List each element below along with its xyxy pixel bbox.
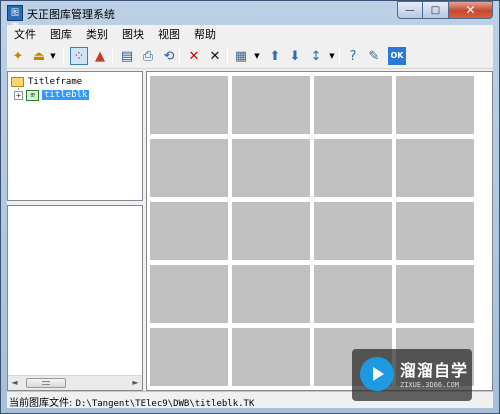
thumbnail-cell[interactable]	[232, 76, 310, 134]
thumbnail-cell[interactable]	[232, 202, 310, 260]
thumbnail-cell[interactable]	[150, 328, 228, 386]
toolbar-separator	[339, 48, 340, 64]
move-up-icon[interactable]: ⬆	[266, 47, 284, 65]
status-label: 当前图库文件:	[9, 398, 73, 409]
ok-icon[interactable]: OK	[388, 47, 406, 65]
thumbnail-cell[interactable]	[150, 139, 228, 197]
window-title: 天正图库管理系统	[27, 8, 115, 21]
watermark-overlay: 溜溜自学 ZIXUE.3D66.COM	[352, 349, 472, 401]
thumbnail-cell[interactable]	[150, 265, 228, 323]
thumbnail-cell[interactable]	[150, 76, 228, 134]
expand-icon[interactable]: +	[14, 90, 23, 100]
status-text: 当前图库文件: D:\Tangent\TElec9\DWB\titleblk.T…	[9, 394, 254, 409]
minimize-button[interactable]: —	[397, 1, 423, 19]
thumbnail-grid[interactable]	[146, 71, 493, 391]
export-icon[interactable]: ⎙	[139, 47, 157, 65]
client-area: Titleframe + ⊞ titleblk ◄ ►	[7, 69, 493, 391]
tree-item-label: Titleframe	[28, 77, 83, 87]
menu-view[interactable]: 视图	[151, 26, 187, 42]
thumbnail-cell[interactable]	[314, 139, 392, 197]
library-tree[interactable]: Titleframe + ⊞ titleblk	[7, 71, 143, 201]
menu-file[interactable]: 文件	[7, 26, 43, 42]
menu-library[interactable]: 图库	[43, 26, 79, 42]
toolbar: ✦ ⏏ ▼ ⁘ ▲ ▤ ⎙ ⟲ ✕ ✕ ▦ ▼ ⬆ ⬇ ↕ ▼? ✎ OK	[7, 43, 493, 69]
menu-help[interactable]: 帮助	[187, 26, 223, 42]
new-library-icon[interactable]: ✦	[9, 47, 27, 65]
delete-red-icon[interactable]: ✕	[185, 47, 203, 65]
delete-black-icon[interactable]: ✕	[206, 47, 224, 65]
thumbnail-cell[interactable]	[314, 76, 392, 134]
grid-select-icon[interactable]: ⁘	[70, 47, 88, 65]
toolbar-separator	[112, 48, 113, 64]
sort-icon[interactable]: ↕	[307, 47, 325, 65]
thumbnail-cell[interactable]	[232, 328, 310, 386]
menu-category[interactable]: 类别	[79, 26, 115, 42]
insert-icon[interactable]: ✎	[365, 47, 383, 65]
toolbar-separator	[179, 48, 180, 64]
dropdown-arrow-icon[interactable]: ▼	[49, 47, 57, 65]
view-grid-icon[interactable]: ▦	[232, 47, 250, 65]
dropdown-arrow-icon[interactable]: ▼	[328, 47, 336, 65]
tree-item-titleblk[interactable]: + ⊞ titleblk	[14, 88, 90, 102]
close-button[interactable]: ✕	[449, 1, 493, 19]
thumbnail-cell[interactable]	[396, 265, 474, 323]
main-window: 图库 天正图库管理系统 — □ ✕ 文件 图库 类别 图块 视图 帮助 ✦⏏▼⁘…	[0, 0, 500, 414]
block-icon: ⊞	[26, 89, 39, 101]
toolbar-separator	[63, 48, 64, 64]
triangle-icon[interactable]: ▲	[91, 47, 109, 65]
toolbar-separator	[227, 48, 228, 64]
play-logo-icon	[360, 357, 394, 391]
scroll-right-icon[interactable]: ►	[131, 378, 140, 388]
block-list[interactable]: ◄ ►	[7, 205, 143, 391]
grip-icon	[42, 381, 50, 385]
watermark-subtitle: ZIXUE.3D66.COM	[400, 381, 460, 389]
thumbnail-cell[interactable]	[396, 202, 474, 260]
thumbnail-cell[interactable]	[232, 265, 310, 323]
menu-bar: 文件 图库 类别 图块 视图 帮助	[7, 25, 493, 43]
dropdown-arrow-icon[interactable]: ▼	[253, 47, 261, 65]
open-library-icon[interactable]: ⏏	[30, 47, 48, 65]
thumbnail-cell[interactable]	[232, 139, 310, 197]
refresh-icon[interactable]: ⟲	[160, 47, 178, 65]
status-path: D:\Tangent\TElec9\DWB\titleblk.TK	[75, 399, 255, 409]
horizontal-scrollbar[interactable]: ◄ ►	[8, 375, 142, 390]
thumbnail-cell[interactable]	[314, 202, 392, 260]
app-icon[interactable]: 图库	[7, 5, 23, 31]
caption-buttons: — □ ✕	[397, 1, 493, 19]
menu-block[interactable]: 图块	[115, 26, 151, 42]
help-icon[interactable]: ?	[344, 47, 362, 65]
title-bar[interactable]: 图库 天正图库管理系统 — □ ✕	[1, 1, 499, 31]
watermark-title: 溜溜自学	[400, 361, 469, 380]
move-down-icon[interactable]: ⬇	[286, 47, 304, 65]
thumbnail-cell[interactable]	[396, 139, 474, 197]
tree-item-label: titleblk	[42, 90, 90, 100]
scroll-left-icon[interactable]: ◄	[10, 378, 19, 388]
tree-item-titleframe[interactable]: Titleframe	[11, 75, 82, 89]
folder-icon	[11, 77, 24, 87]
scroll-thumb[interactable]	[26, 378, 66, 388]
thumbnail-cell[interactable]	[314, 265, 392, 323]
book-icon[interactable]: ▤	[118, 47, 136, 65]
maximize-button[interactable]: □	[423, 1, 449, 19]
thumbnail-cell[interactable]	[150, 202, 228, 260]
thumbnail-cell[interactable]	[396, 76, 474, 134]
